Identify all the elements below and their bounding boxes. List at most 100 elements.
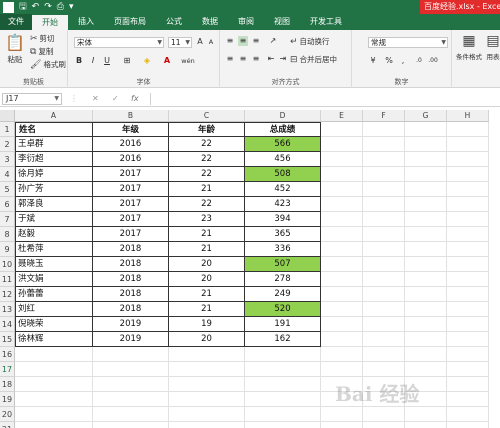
row-header-3[interactable]: 3 — [0, 152, 15, 167]
number-format-dropdown[interactable]: 常规 ▼ — [368, 37, 448, 48]
cell-b18[interactable] — [93, 377, 169, 392]
row-header-21[interactable]: 21 — [0, 422, 15, 428]
row-header-6[interactable]: 6 — [0, 197, 15, 212]
tab-formulas[interactable]: 公式 — [156, 14, 192, 30]
row-header-18[interactable]: 18 — [0, 377, 15, 392]
cell-d11[interactable]: 278 — [245, 272, 321, 287]
cell-d3[interactable]: 456 — [245, 152, 321, 167]
currency-button[interactable]: ¥ — [368, 56, 378, 66]
cell-a5[interactable]: 孙广芳 — [15, 182, 93, 197]
cell-f9[interactable] — [363, 242, 405, 257]
cell-d9[interactable]: 336 — [245, 242, 321, 257]
row-header-20[interactable]: 20 — [0, 407, 15, 422]
font-name-dropdown[interactable]: 宋体 ▼ — [74, 37, 164, 48]
cell-g9[interactable] — [405, 242, 447, 257]
cell-f1[interactable] — [363, 122, 405, 137]
cell-b20[interactable] — [93, 407, 169, 422]
cell-d2[interactable]: 566 — [245, 137, 321, 152]
cell-b21[interactable] — [93, 422, 169, 428]
cell-c16[interactable] — [169, 347, 245, 362]
copy-button[interactable]: ⧉ 复制 — [30, 46, 53, 57]
enter-icon[interactable]: ✓ — [112, 93, 119, 105]
percent-button[interactable]: % — [384, 56, 394, 66]
align-bottom-button[interactable]: ≡ — [251, 36, 261, 46]
cell-h13[interactable] — [447, 302, 489, 317]
cell-a6[interactable]: 郭泽良 — [15, 197, 93, 212]
cell-d7[interactable]: 394 — [245, 212, 321, 227]
align-center-button[interactable]: ≡ — [238, 54, 248, 64]
cell-b15[interactable]: 2019 — [93, 332, 169, 347]
cell-f14[interactable] — [363, 317, 405, 332]
cell-g14[interactable] — [405, 317, 447, 332]
row-header-14[interactable]: 14 — [0, 317, 15, 332]
cell-b17[interactable] — [93, 362, 169, 377]
cell-b7[interactable]: 2017 — [93, 212, 169, 227]
cell-d16[interactable] — [245, 347, 321, 362]
increase-decimal-button[interactable]: .0 — [414, 56, 424, 66]
row-header-9[interactable]: 9 — [0, 242, 15, 257]
cell-c17[interactable] — [169, 362, 245, 377]
cell-g7[interactable] — [405, 212, 447, 227]
cell-g11[interactable] — [405, 272, 447, 287]
cell-d20[interactable] — [245, 407, 321, 422]
cell-a8[interactable]: 赵毅 — [15, 227, 93, 242]
cell-h11[interactable] — [447, 272, 489, 287]
tab-insert[interactable]: 插入 — [68, 14, 104, 30]
cell-e10[interactable] — [321, 257, 363, 272]
cell-b8[interactable]: 2017 — [93, 227, 169, 242]
cell-h4[interactable] — [447, 167, 489, 182]
align-right-button[interactable]: ≡ — [251, 54, 261, 64]
borders-button[interactable]: ⊞ — [122, 56, 132, 66]
cell-e4[interactable] — [321, 167, 363, 182]
cell-c11[interactable]: 20 — [169, 272, 245, 287]
tab-review[interactable]: 审阅 — [228, 14, 264, 30]
cell-g13[interactable] — [405, 302, 447, 317]
cell-h14[interactable] — [447, 317, 489, 332]
cell-g12[interactable] — [405, 287, 447, 302]
cell-d15[interactable]: 162 — [245, 332, 321, 347]
name-box[interactable]: J17 ▼ — [2, 93, 62, 105]
bold-button[interactable]: B — [74, 56, 84, 66]
comma-button[interactable]: , — [398, 56, 408, 66]
shrink-font-button[interactable]: A — [206, 37, 216, 47]
column-header-e[interactable]: E — [321, 110, 363, 122]
cell-e17[interactable] — [321, 362, 363, 377]
cell-c8[interactable]: 21 — [169, 227, 245, 242]
row-header-2[interactable]: 2 — [0, 137, 15, 152]
cell-a15[interactable]: 徐林辉 — [15, 332, 93, 347]
cell-g6[interactable] — [405, 197, 447, 212]
cut-button[interactable]: ✂ 剪切 — [30, 33, 55, 44]
cell-f12[interactable] — [363, 287, 405, 302]
cell-d18[interactable] — [245, 377, 321, 392]
header-cell-d1[interactable]: 总成绩 — [245, 122, 321, 137]
format-painter-button[interactable]: 🖌 格式刷 — [30, 59, 66, 70]
cell-b16[interactable] — [93, 347, 169, 362]
cell-b5[interactable]: 2017 — [93, 182, 169, 197]
cell-b10[interactable]: 2018 — [93, 257, 169, 272]
cell-c21[interactable] — [169, 422, 245, 428]
customize-qa-icon[interactable]: ▾ — [69, 0, 74, 14]
cell-d12[interactable]: 249 — [245, 287, 321, 302]
orientation-button[interactable]: ↗ — [268, 36, 278, 46]
align-middle-button[interactable]: ≡ — [238, 36, 248, 46]
cell-f3[interactable] — [363, 152, 405, 167]
cell-e6[interactable] — [321, 197, 363, 212]
cell-a17[interactable] — [15, 362, 93, 377]
cell-f4[interactable] — [363, 167, 405, 182]
cell-h16[interactable] — [447, 347, 489, 362]
cell-a19[interactable] — [15, 392, 93, 407]
cell-c5[interactable]: 21 — [169, 182, 245, 197]
cancel-icon[interactable]: ✕ — [92, 93, 99, 105]
cell-c9[interactable]: 21 — [169, 242, 245, 257]
cell-f11[interactable] — [363, 272, 405, 287]
row-header-17[interactable]: 17 — [0, 362, 15, 377]
cell-e2[interactable] — [321, 137, 363, 152]
column-header-g[interactable]: G — [405, 110, 447, 122]
cell-e5[interactable] — [321, 182, 363, 197]
cell-e15[interactable] — [321, 332, 363, 347]
cell-d13[interactable]: 520 — [245, 302, 321, 317]
save-icon[interactable]: 🖫 — [19, 0, 27, 14]
row-header-5[interactable]: 5 — [0, 182, 15, 197]
cell-f8[interactable] — [363, 227, 405, 242]
cell-c19[interactable] — [169, 392, 245, 407]
